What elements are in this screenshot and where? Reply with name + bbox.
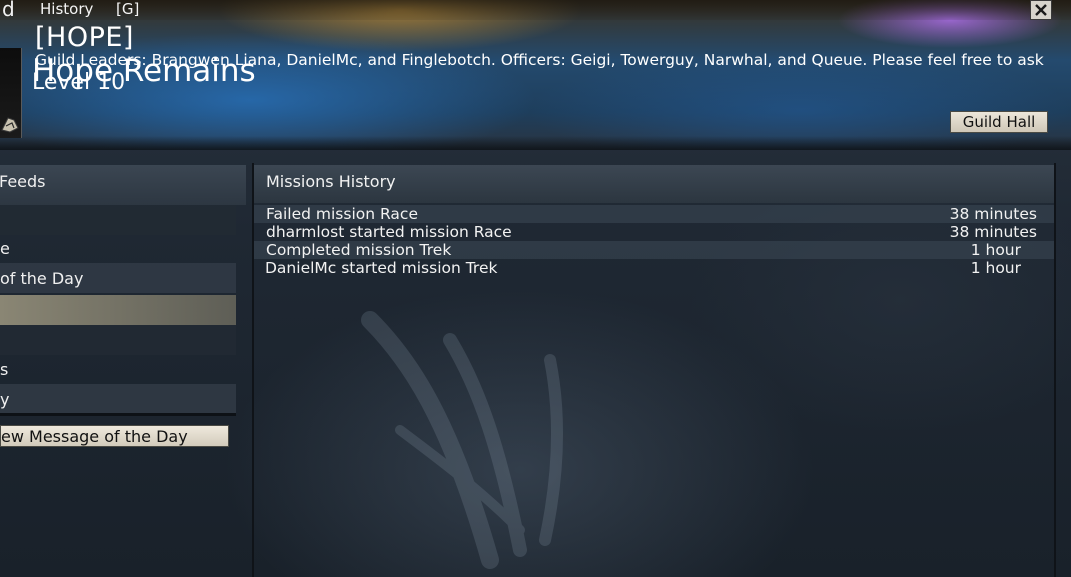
mission-time: 1 hour xyxy=(970,259,1021,277)
left-panel-title: Feeds xyxy=(0,172,46,191)
mission-entry: DanielMc started mission Trek 1 hour xyxy=(254,259,1054,277)
mission-text: dharmlost started mission Race xyxy=(266,223,512,241)
guild-emblem xyxy=(0,48,22,138)
mission-time: 38 minutes xyxy=(949,223,1037,241)
mission-text: DanielMc started mission Trek xyxy=(265,259,498,277)
mission-entry: Failed mission Race 38 minutes xyxy=(254,205,1054,223)
left-panel-divider xyxy=(0,413,236,416)
left-nav-item[interactable]: s xyxy=(0,354,236,384)
left-nav-item-selected[interactable] xyxy=(0,295,236,325)
tab-history[interactable]: History xyxy=(40,0,93,18)
guild-level: Level 10 xyxy=(32,70,126,95)
window-corner-glyph: d xyxy=(2,0,15,21)
left-nav-item[interactable]: of the Day xyxy=(0,263,236,293)
hotkey-label: [G] xyxy=(116,0,140,18)
missions-title: Missions History xyxy=(266,172,396,191)
background-ornament xyxy=(361,311,563,569)
left-nav-item[interactable]: y xyxy=(0,384,236,414)
guild-tag: [HOPE] xyxy=(35,22,134,53)
left-nav-item[interactable]: e xyxy=(0,233,236,263)
close-icon xyxy=(1035,4,1047,16)
mission-time: 38 minutes xyxy=(949,205,1037,223)
left-nav-item-label: of the Day xyxy=(0,268,84,288)
guild-message-of-the-day: Guild Leaders: Brangwen Liana, DanielMc,… xyxy=(35,51,1044,69)
mission-time: 1 hour xyxy=(970,241,1021,259)
view-message-of-the-day-button[interactable]: ew Message of the Day xyxy=(0,425,229,447)
left-nav-item-label: e xyxy=(0,238,10,258)
emblem-icon xyxy=(1,117,19,133)
mission-text: Failed mission Race xyxy=(266,205,418,223)
left-nav-item[interactable] xyxy=(0,205,236,235)
title-bar xyxy=(0,0,1071,20)
guild-hall-button[interactable]: Guild Hall xyxy=(950,111,1048,133)
left-nav-item[interactable] xyxy=(0,325,236,355)
mission-entry: dharmlost started mission Race 38 minute… xyxy=(254,223,1054,241)
mission-text: Completed mission Trek xyxy=(266,241,452,259)
close-button[interactable] xyxy=(1030,0,1052,20)
mission-entry: Completed mission Trek 1 hour xyxy=(254,241,1054,259)
left-nav-item-label: s xyxy=(0,359,9,379)
left-nav-item-label: y xyxy=(0,389,10,409)
